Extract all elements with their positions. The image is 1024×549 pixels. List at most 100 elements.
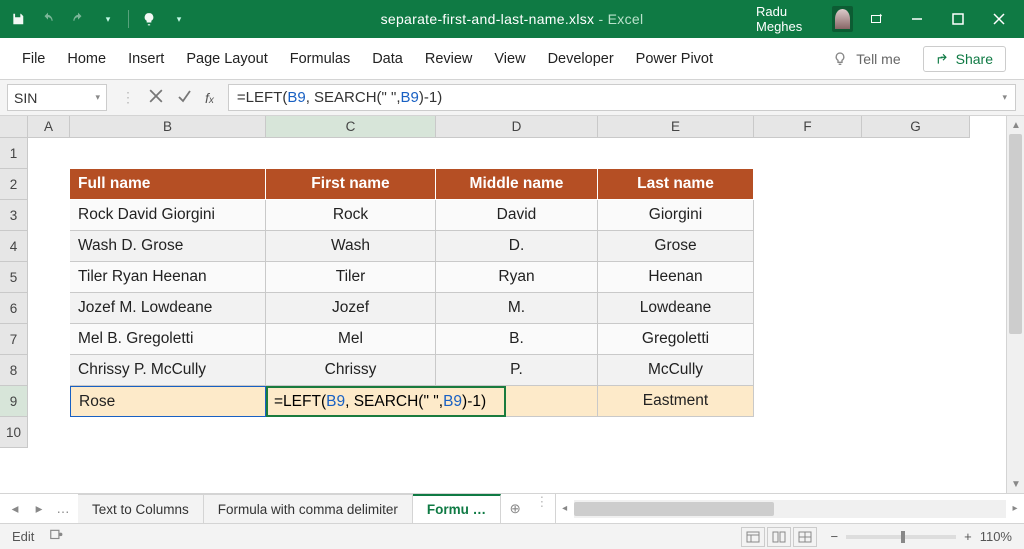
cell[interactable] [28, 417, 70, 448]
cell[interactable] [862, 417, 970, 448]
zoom-slider[interactable] [846, 535, 956, 539]
cell[interactable] [266, 138, 436, 169]
cell[interactable] [754, 293, 862, 324]
table-cell[interactable]: Ryan [436, 262, 598, 293]
tab-scroll-left-icon[interactable]: ◂ [4, 498, 26, 520]
tab-formulas[interactable]: Formulas [290, 51, 350, 67]
table-header-middlename[interactable]: Middle name [436, 169, 598, 200]
ribbon-display-options-icon[interactable] [859, 3, 894, 35]
cell[interactable] [266, 417, 436, 448]
tab-scroll-more-icon[interactable]: … [52, 498, 74, 520]
tab-file[interactable]: File [22, 51, 45, 67]
table-cell[interactable]: Wash [266, 231, 436, 262]
table-cell[interactable]: Tiler Ryan Heenan [70, 262, 266, 293]
table-cell[interactable]: Rock David Giorgini [70, 200, 266, 231]
table-cell[interactable]: David [436, 200, 598, 231]
cell[interactable] [862, 293, 970, 324]
cell[interactable] [862, 169, 970, 200]
zoom-out-icon[interactable]: − [831, 529, 839, 544]
tell-me[interactable]: Tell me [832, 51, 900, 67]
table-cell[interactable]: McCully [598, 355, 754, 386]
cell[interactable] [28, 386, 70, 417]
cell[interactable] [436, 417, 598, 448]
name-box[interactable]: SIN▾ [7, 84, 107, 111]
cancel-icon[interactable] [149, 89, 163, 106]
table-cell[interactable]: D. [436, 231, 598, 262]
qat-dropdown-icon[interactable]: ▾ [98, 9, 118, 29]
function-expand-icon[interactable]: ⋮ [121, 89, 135, 106]
cell[interactable] [754, 324, 862, 355]
col-header-a[interactable]: A [28, 116, 70, 138]
tab-data[interactable]: Data [372, 51, 403, 67]
cell[interactable] [862, 231, 970, 262]
col-header-b[interactable]: B [70, 116, 266, 138]
col-header-f[interactable]: F [754, 116, 862, 138]
qat-dropdown-icon-2[interactable]: ▾ [169, 9, 189, 29]
cell[interactable] [754, 138, 862, 169]
sheet-tab[interactable]: Formula with comma delimiter [204, 494, 413, 523]
row-header-6[interactable]: 6 [0, 293, 28, 324]
col-header-c[interactable]: C [266, 116, 436, 138]
cell[interactable] [862, 262, 970, 293]
minimize-button[interactable] [900, 3, 935, 35]
share-button[interactable]: Share [923, 46, 1006, 72]
table-cell[interactable]: Chrissy [266, 355, 436, 386]
col-header-e[interactable]: E [598, 116, 754, 138]
col-header-g[interactable]: G [862, 116, 970, 138]
cell[interactable] [28, 231, 70, 262]
tab-home[interactable]: Home [67, 51, 106, 67]
row-header-8[interactable]: 8 [0, 355, 28, 386]
cell[interactable] [28, 200, 70, 231]
row-header-7[interactable]: 7 [0, 324, 28, 355]
table-header-lastname[interactable]: Last name [598, 169, 754, 200]
scrollbar-thumb[interactable] [1009, 134, 1022, 334]
formula-input[interactable]: =LEFT(B9, SEARCH(" ", B9)-1) ▾ [228, 84, 1016, 111]
cell[interactable] [28, 293, 70, 324]
table-cell[interactable]: Jozef [266, 293, 436, 324]
table-cell[interactable]: P. [436, 355, 598, 386]
redo-icon[interactable] [68, 9, 88, 29]
cell[interactable] [754, 262, 862, 293]
table-cell[interactable]: Jozef M. Lowdeane [70, 293, 266, 324]
cell-editor[interactable]: =LEFT(B9, SEARCH(" ", B9)-1) [266, 386, 506, 417]
row-header-2[interactable]: 2 [0, 169, 28, 200]
scroll-right-icon[interactable]: ▸ [1006, 500, 1024, 518]
table-cell[interactable]: Chrissy P. McCully [70, 355, 266, 386]
avatar[interactable] [832, 6, 853, 32]
row-header-9[interactable]: 9 [0, 386, 28, 417]
cell[interactable] [754, 355, 862, 386]
fx-icon[interactable]: fx [205, 90, 214, 106]
enter-icon[interactable] [177, 89, 191, 106]
cell[interactable] [598, 417, 754, 448]
scroll-down-icon[interactable]: ▼ [1007, 475, 1024, 493]
zoom-in-icon[interactable]: + [964, 529, 972, 544]
table-cell[interactable]: Mel [266, 324, 436, 355]
row-header-3[interactable]: 3 [0, 200, 28, 231]
sheet-tab[interactable]: Text to Columns [78, 494, 204, 523]
cell[interactable] [28, 138, 70, 169]
macro-record-icon[interactable] [48, 528, 64, 545]
table-cell[interactable]: Eastment [598, 386, 754, 417]
row-header-4[interactable]: 4 [0, 231, 28, 262]
cell[interactable] [70, 138, 266, 169]
new-sheet-button[interactable]: ⊕ [501, 494, 529, 523]
col-header-d[interactable]: D [436, 116, 598, 138]
tab-review[interactable]: Review [425, 51, 473, 67]
save-icon[interactable] [8, 9, 28, 29]
cell[interactable] [754, 169, 862, 200]
zoom-level[interactable]: 110% [980, 529, 1012, 544]
tab-scroll-right-icon[interactable]: ▸ [28, 498, 50, 520]
lightbulb-icon[interactable] [139, 9, 159, 29]
table-header-fullname[interactable]: Full name [70, 169, 266, 200]
cell[interactable] [598, 138, 754, 169]
page-layout-view-button[interactable] [767, 527, 791, 547]
formula-expand-icon[interactable]: ▾ [1002, 92, 1007, 103]
row-header-10[interactable]: 10 [0, 417, 28, 448]
select-all-corner[interactable] [0, 116, 28, 138]
cell[interactable] [754, 200, 862, 231]
table-cell[interactable]: Wash D. Grose [70, 231, 266, 262]
maximize-button[interactable] [940, 3, 975, 35]
table-cell[interactable]: B. [436, 324, 598, 355]
table-cell[interactable]: Heenan [598, 262, 754, 293]
table-cell[interactable]: Gregoletti [598, 324, 754, 355]
